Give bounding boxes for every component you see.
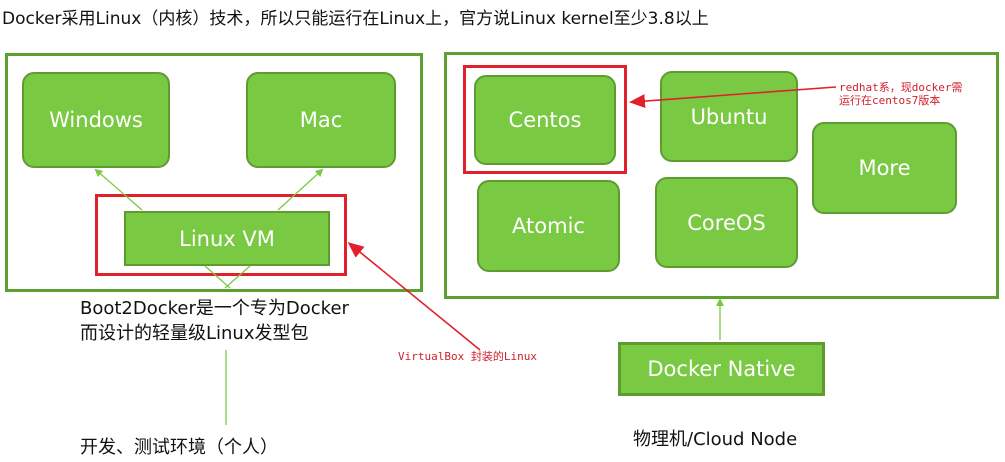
connector-linuxvm-bottom-left [204,265,231,289]
connector-overlay [94,86,837,425]
connector-linuxvm-windows [94,168,143,211]
virtualbox-arrow [347,242,481,351]
redhat-arrow [629,86,837,109]
connector-linuxvm-mac [277,168,324,211]
connector-linuxvm-bottom-right [224,265,251,289]
